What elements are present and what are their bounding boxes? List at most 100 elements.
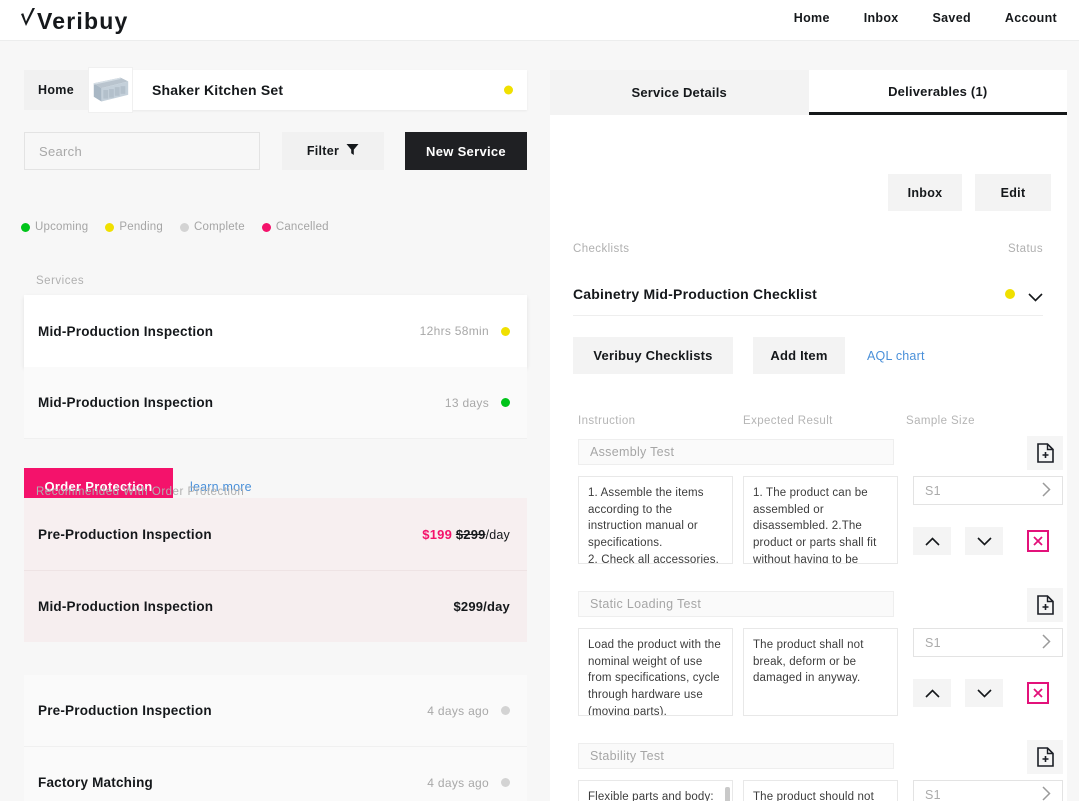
sale-price: $199 bbox=[422, 526, 453, 542]
legend-item-cancelled: Cancelled bbox=[261, 221, 329, 233]
close-box-icon[interactable] bbox=[1027, 682, 1049, 704]
price-block: $299/day bbox=[453, 599, 510, 614]
chevron-down-icon[interactable] bbox=[965, 527, 1003, 555]
veribuy-checklists-button[interactable]: Veribuy Checklists bbox=[573, 337, 733, 374]
service-name: Mid-Production Inspection bbox=[38, 599, 214, 614]
breadcrumb-product[interactable]: Shaker Kitchen Set bbox=[88, 67, 527, 113]
item-controls bbox=[913, 679, 1063, 707]
nav-link-home[interactable]: Home bbox=[794, 11, 830, 25]
status-legend: Upcoming Pending Complete Cancelled bbox=[21, 221, 329, 233]
file-add-icon[interactable] bbox=[1027, 740, 1063, 774]
service-name: Pre-Production Inspection bbox=[38, 703, 212, 718]
chevron-down-icon[interactable] bbox=[1028, 289, 1043, 302]
tab-deliverables[interactable]: Deliverables (1) bbox=[808, 70, 1067, 115]
check-mark-icon bbox=[20, 5, 37, 29]
instruction-text[interactable]: Load the product with the nominal weight… bbox=[578, 628, 733, 716]
nav-link-inbox[interactable]: Inbox bbox=[864, 11, 899, 25]
top-nav-links: Home Inbox Saved Account bbox=[794, 11, 1057, 25]
breadcrumb-home-button[interactable]: Home bbox=[24, 70, 88, 110]
add-item-button[interactable]: Add Item bbox=[753, 337, 845, 374]
item-title-input[interactable]: Static Loading Test bbox=[578, 591, 894, 617]
sample-size-input[interactable]: S1 bbox=[913, 476, 1063, 505]
filter-button-label: Filter bbox=[306, 144, 340, 158]
recommended-section-label: Recommended With Order Protection bbox=[36, 486, 245, 498]
chevron-right-icon bbox=[1042, 785, 1051, 801]
kitchen-cabinet-thumbnail bbox=[88, 67, 133, 113]
page-title: Shaker Kitchen Set bbox=[152, 82, 284, 98]
checklist-name: Cabinetry Mid-Production Checklist bbox=[573, 285, 818, 302]
service-row[interactable]: Mid-Production Inspection 13 days bbox=[24, 367, 527, 439]
status-dot-pending bbox=[105, 222, 115, 232]
status-badge bbox=[1005, 288, 1015, 299]
service-meta: 13 days bbox=[444, 395, 489, 410]
expected-result-text[interactable]: 1. The product can be assembled or disas… bbox=[743, 476, 898, 564]
nav-link-account[interactable]: Account bbox=[1005, 11, 1057, 25]
legend-item-pending: Pending bbox=[105, 221, 163, 233]
filter-button[interactable]: Filter bbox=[282, 132, 384, 170]
legend-item-upcoming: Upcoming bbox=[21, 221, 88, 233]
edit-button[interactable]: Edit bbox=[975, 174, 1051, 211]
status-dot-upcoming bbox=[21, 222, 30, 232]
panel-actions: Inbox Edit bbox=[888, 174, 1051, 211]
sample-size-column: S1 bbox=[913, 780, 1063, 801]
legend-label-complete: Complete bbox=[193, 221, 245, 233]
chevron-right-icon bbox=[1042, 481, 1051, 500]
checklist-row[interactable]: Cabinetry Mid-Production Checklist bbox=[573, 272, 1043, 316]
legend-label-cancelled: Cancelled bbox=[275, 221, 329, 233]
left-toolbar: Filter New Service bbox=[24, 132, 527, 170]
brand-name: Veribuy bbox=[37, 8, 129, 34]
status-badge bbox=[501, 706, 510, 715]
service-row[interactable]: Factory Matching 4 days ago bbox=[24, 747, 527, 801]
service-name: Mid-Production Inspection bbox=[38, 395, 214, 410]
sample-size-column: S1 bbox=[913, 476, 1063, 555]
status-badge bbox=[504, 85, 513, 95]
instruction-text[interactable]: 1. Assemble the items according to the i… bbox=[578, 476, 733, 564]
breadcrumb: Home Shaker Kitchen Set bbox=[24, 67, 527, 113]
expected-result-text[interactable]: The product shall not break, deform or b… bbox=[743, 628, 898, 716]
inbox-button[interactable]: Inbox bbox=[888, 174, 962, 211]
recommended-row[interactable]: Mid-Production Inspection $299/day bbox=[24, 570, 527, 642]
nav-link-saved[interactable]: Saved bbox=[933, 11, 971, 25]
item-title-input[interactable]: Stability Test bbox=[578, 743, 894, 769]
checklist-item: Stability Test Flexible parts and body: … bbox=[578, 740, 1063, 801]
service-meta: 4 days ago bbox=[427, 775, 489, 790]
tab-service-details[interactable]: Service Details bbox=[550, 70, 809, 115]
chevron-up-icon[interactable] bbox=[913, 679, 951, 707]
service-row[interactable]: Mid-Production Inspection 12hrs 58min bbox=[24, 295, 527, 367]
checklist-toolbar: Veribuy Checklists Add Item AQL chart bbox=[573, 337, 925, 374]
checklist-item: Assembly Test 1. Assemble the items acco… bbox=[578, 436, 1063, 564]
recommended-list: Pre-Production Inspection $199 $299/day … bbox=[24, 498, 527, 642]
sample-size-value: S1 bbox=[925, 483, 941, 498]
legend-label-upcoming: Upcoming bbox=[35, 221, 89, 233]
funnel-icon bbox=[346, 143, 359, 159]
sample-size-input[interactable]: S1 bbox=[913, 780, 1063, 801]
expected-result-text[interactable]: The product should not fall. bbox=[743, 780, 898, 801]
column-header-sample-size: Sample Size bbox=[906, 415, 975, 427]
service-name: Pre-Production Inspection bbox=[38, 526, 212, 542]
item-controls bbox=[913, 527, 1063, 555]
services-list: Mid-Production Inspection 12hrs 58min Mi… bbox=[24, 295, 527, 439]
new-service-button[interactable]: New Service bbox=[405, 132, 527, 170]
file-add-icon[interactable] bbox=[1027, 436, 1063, 470]
file-add-icon[interactable] bbox=[1027, 588, 1063, 622]
service-row[interactable]: Pre-Production Inspection 4 days ago bbox=[24, 675, 527, 747]
search-input[interactable] bbox=[24, 132, 260, 170]
sample-size-value: S1 bbox=[925, 787, 941, 801]
tab-bar: Service Details Deliverables (1) bbox=[550, 70, 1067, 115]
aql-chart-link[interactable]: AQL chart bbox=[867, 349, 925, 363]
close-box-icon[interactable] bbox=[1027, 530, 1049, 552]
brand-logo[interactable]: Veribuy bbox=[20, 5, 129, 35]
checklist-table-header: Checklists Status bbox=[573, 243, 1043, 255]
sample-size-input[interactable]: S1 bbox=[913, 628, 1063, 657]
status-badge bbox=[501, 398, 510, 407]
recommended-row[interactable]: Pre-Production Inspection $199 $299/day bbox=[24, 498, 527, 570]
chevron-down-icon[interactable] bbox=[965, 679, 1003, 707]
services-section-label: Services bbox=[36, 275, 85, 287]
price-block: $199 $299/day bbox=[422, 527, 510, 542]
item-title-input[interactable]: Assembly Test bbox=[578, 439, 894, 465]
original-price: $299 bbox=[455, 526, 486, 542]
chevron-up-icon[interactable] bbox=[913, 527, 951, 555]
status-dot-cancelled bbox=[261, 222, 271, 232]
chevron-right-icon bbox=[1042, 633, 1051, 652]
instruction-text[interactable]: Flexible parts and body: Move the flexib… bbox=[578, 780, 733, 801]
